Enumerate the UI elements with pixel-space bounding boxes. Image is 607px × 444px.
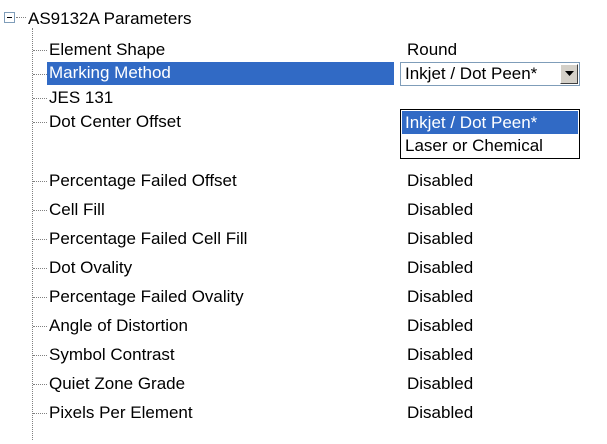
dropdown-option-inkjet-dot-peen[interactable]: Inkjet / Dot Peen*	[402, 111, 578, 134]
property-row-dot-ovality[interactable]: Dot Ovality Disabled	[0, 255, 607, 281]
property-value[interactable]: Disabled	[407, 199, 473, 221]
tree-branch	[33, 239, 47, 240]
tree-branch	[33, 355, 47, 356]
tree-branch	[33, 50, 47, 51]
minus-box-icon[interactable]	[4, 12, 15, 23]
property-value[interactable]: Disabled	[407, 373, 473, 395]
chevron-down-icon	[565, 71, 574, 76]
property-name[interactable]: Percentage Failed Cell Fill	[48, 228, 247, 250]
property-value[interactable]: Disabled	[407, 257, 473, 279]
property-row-angle-of-distortion[interactable]: Angle of Distortion Disabled	[0, 313, 607, 339]
property-value[interactable]: Disabled	[407, 170, 473, 192]
property-name[interactable]: Marking Method	[47, 62, 394, 85]
tree-branch	[33, 384, 47, 385]
property-value[interactable]: Round	[407, 39, 457, 61]
combo-dropdown-button[interactable]	[560, 64, 578, 84]
property-name[interactable]: Dot Ovality	[48, 257, 132, 279]
property-name[interactable]: Symbol Contrast	[48, 344, 175, 366]
property-value[interactable]: Disabled	[407, 315, 473, 337]
property-row-percentage-failed-cell-fill[interactable]: Percentage Failed Cell Fill Disabled	[0, 226, 607, 252]
property-row-quiet-zone-grade[interactable]: Quiet Zone Grade Disabled	[0, 371, 607, 397]
property-name[interactable]: Element Shape	[48, 39, 165, 61]
property-row-element-shape[interactable]: Element Shape Round	[0, 37, 607, 63]
marking-method-combo[interactable]: Inkjet / Dot Peen*	[400, 62, 580, 86]
property-row-cell-fill[interactable]: Cell Fill Disabled	[0, 197, 607, 223]
property-row-pixels-per-element[interactable]: Pixels Per Element Disabled	[0, 400, 607, 426]
property-value[interactable]: Disabled	[407, 286, 473, 308]
tree-branch	[33, 98, 47, 99]
tree-branch	[33, 413, 47, 414]
property-value[interactable]: Disabled	[407, 344, 473, 366]
tree-branch	[33, 181, 47, 182]
property-row-jes-131[interactable]: JES 131	[0, 85, 607, 111]
dropdown-option-laser-or-chemical[interactable]: Laser or Chemical	[402, 134, 578, 157]
combo-current-value[interactable]: Inkjet / Dot Peen*	[405, 63, 557, 85]
tree-branch	[33, 74, 47, 75]
tree-root-label[interactable]: AS9132A Parameters	[28, 8, 191, 30]
property-tree: AS9132A Parameters Element Shape Round M…	[0, 0, 607, 444]
tree-branch	[33, 297, 47, 298]
property-row-percentage-failed-offset[interactable]: Percentage Failed Offset Disabled	[0, 168, 607, 194]
property-name[interactable]: Pixels Per Element	[48, 402, 193, 424]
property-name[interactable]: Dot Center Offset	[48, 111, 181, 133]
tree-branch	[33, 210, 47, 211]
tree-branch	[33, 122, 47, 123]
tree-connector	[16, 17, 26, 18]
tree-branch	[33, 326, 47, 327]
property-name[interactable]: Quiet Zone Grade	[48, 373, 185, 395]
property-value[interactable]: Disabled	[407, 228, 473, 250]
property-row-symbol-contrast[interactable]: Symbol Contrast Disabled	[0, 342, 607, 368]
marking-method-dropdown-list: Inkjet / Dot Peen* Laser or Chemical	[400, 109, 580, 159]
property-name[interactable]: JES 131	[48, 87, 113, 109]
property-name[interactable]: Angle of Distortion	[48, 315, 188, 337]
tree-branch	[33, 268, 47, 269]
property-value[interactable]: Disabled	[407, 402, 473, 424]
property-row-percentage-failed-ovality[interactable]: Percentage Failed Ovality Disabled	[0, 284, 607, 310]
property-name[interactable]: Percentage Failed Offset	[48, 170, 237, 192]
property-name[interactable]: Cell Fill	[48, 199, 105, 221]
property-name[interactable]: Percentage Failed Ovality	[48, 286, 244, 308]
